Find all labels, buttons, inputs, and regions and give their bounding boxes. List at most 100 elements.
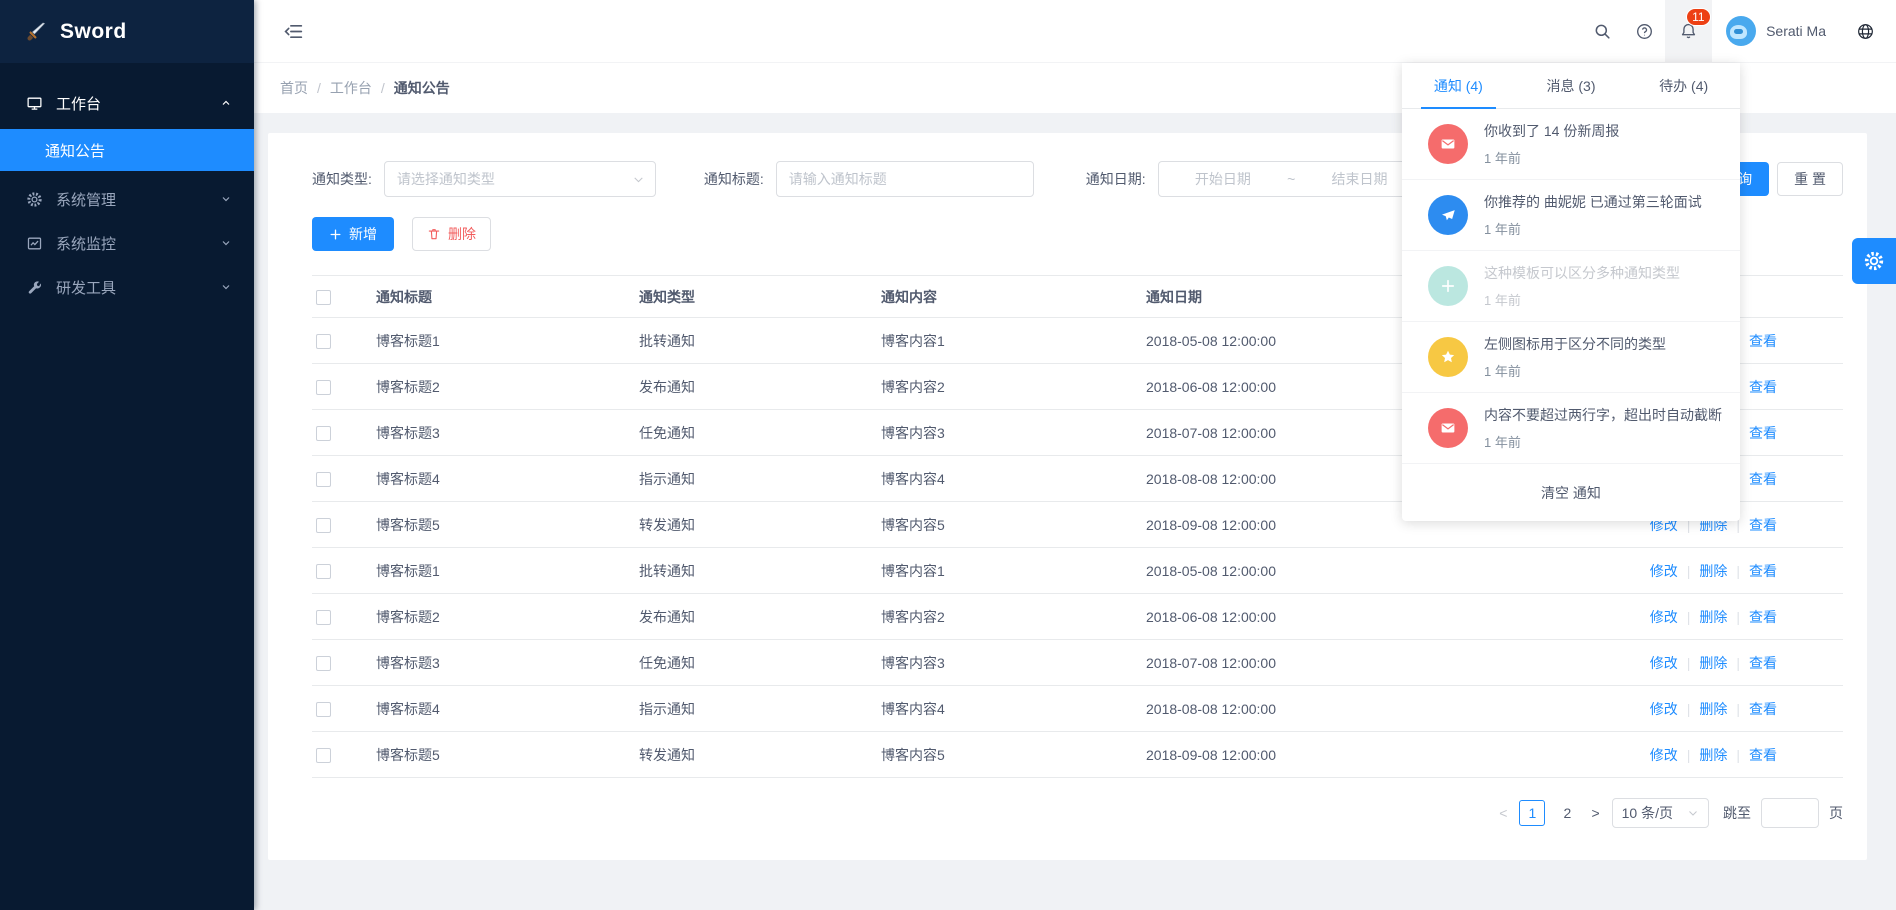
cell-date: 2018-08-08 12:00:00 bbox=[1146, 686, 1643, 732]
date-range-picker[interactable]: 开始日期 ~ 结束日期 bbox=[1158, 161, 1425, 197]
topbar: 11 Serati Ma bbox=[254, 0, 1896, 63]
user-avatar[interactable] bbox=[1726, 16, 1756, 46]
view-link[interactable]: 查看 bbox=[1749, 333, 1777, 349]
view-link[interactable]: 查看 bbox=[1749, 379, 1777, 395]
date-end-placeholder: 结束日期 bbox=[1331, 169, 1387, 189]
user-name[interactable]: Serati Ma bbox=[1766, 23, 1826, 39]
notification-item[interactable]: 内容不要超过两行字，超出时自动截断 1 年前 bbox=[1402, 393, 1740, 464]
delete-link[interactable]: 删除 bbox=[1699, 563, 1727, 579]
notification-item[interactable]: 你收到了 14 份新周报 1 年前 bbox=[1402, 109, 1740, 180]
view-link[interactable]: 查看 bbox=[1749, 747, 1777, 763]
settings-fab-button[interactable] bbox=[1852, 238, 1896, 284]
help-icon[interactable] bbox=[1623, 0, 1665, 63]
cell-type: 批转通知 bbox=[639, 318, 881, 364]
jump-suffix: 页 bbox=[1829, 803, 1843, 823]
monitor-chart-icon bbox=[26, 235, 44, 252]
row-checkbox[interactable] bbox=[316, 426, 331, 441]
menu-fold-icon bbox=[283, 21, 304, 42]
plus-icon bbox=[329, 228, 342, 241]
cell-title: 博客标题3 bbox=[376, 410, 639, 456]
notifications-bell-button[interactable]: 11 bbox=[1665, 0, 1712, 63]
row-checkbox[interactable] bbox=[316, 748, 331, 763]
chevron-up-icon bbox=[220, 97, 232, 109]
chevron-down-icon bbox=[220, 281, 232, 293]
row-checkbox[interactable] bbox=[316, 564, 331, 579]
sidebar-item-workbench[interactable]: 工作台 bbox=[0, 81, 254, 125]
jump-page-input[interactable] bbox=[1761, 798, 1819, 828]
page-number-1[interactable]: 1 bbox=[1519, 800, 1545, 826]
tab-notifications[interactable]: 通知 (4) bbox=[1402, 63, 1515, 108]
row-checkbox[interactable] bbox=[316, 610, 331, 625]
prev-page-button[interactable]: < bbox=[1497, 805, 1509, 821]
delete-link[interactable]: 删除 bbox=[1699, 655, 1727, 671]
sword-logo-icon bbox=[24, 20, 48, 44]
search-icon[interactable] bbox=[1581, 0, 1623, 63]
edit-link[interactable]: 修改 bbox=[1650, 609, 1678, 625]
row-checkbox[interactable] bbox=[316, 702, 331, 717]
sidebar-item-system-monitor[interactable]: 系统监控 bbox=[0, 221, 254, 265]
delete-link[interactable]: 删除 bbox=[1699, 701, 1727, 717]
title-filter-label: 通知标题: bbox=[704, 169, 764, 189]
view-link[interactable]: 查看 bbox=[1749, 701, 1777, 717]
page-number-2[interactable]: 2 bbox=[1555, 800, 1579, 826]
cell-type: 发布通知 bbox=[639, 594, 881, 640]
edit-link[interactable]: 修改 bbox=[1650, 701, 1678, 717]
cell-date: 2018-05-08 12:00:00 bbox=[1146, 548, 1643, 594]
mail-icon bbox=[1428, 124, 1468, 164]
view-link[interactable]: 查看 bbox=[1749, 655, 1777, 671]
row-checkbox[interactable] bbox=[316, 380, 331, 395]
sidebar-item-dev-tools[interactable]: 研发工具 bbox=[0, 265, 254, 309]
action-separator: | bbox=[1687, 655, 1691, 671]
reset-button[interactable]: 重 置 bbox=[1777, 162, 1843, 196]
row-checkbox[interactable] bbox=[316, 334, 331, 349]
delete-link[interactable]: 删除 bbox=[1699, 747, 1727, 763]
column-header-type: 通知类型 bbox=[639, 276, 881, 318]
notification-item[interactable]: 左侧图标用于区分不同的类型 1 年前 bbox=[1402, 322, 1740, 393]
delete-link[interactable]: 删除 bbox=[1699, 609, 1727, 625]
action-separator: | bbox=[1736, 609, 1740, 625]
cell-title: 博客标题1 bbox=[376, 548, 639, 594]
tab-messages[interactable]: 消息 (3) bbox=[1515, 63, 1628, 108]
edit-link[interactable]: 修改 bbox=[1650, 747, 1678, 763]
type-select[interactable]: 请选择通知类型 bbox=[384, 161, 656, 197]
sidebar-item-system-manage[interactable]: 系统管理 bbox=[0, 177, 254, 221]
sidebar-item-label: 工作台 bbox=[56, 93, 220, 114]
page-size-select[interactable]: 10 条/页 bbox=[1612, 798, 1709, 828]
sidebar-item-notice-active[interactable]: 通知公告 bbox=[0, 129, 254, 171]
sidebar-collapse-button[interactable] bbox=[278, 16, 308, 46]
cell-content: 博客内容1 bbox=[881, 318, 1146, 364]
notification-time: 1 年前 bbox=[1484, 219, 1702, 238]
view-link[interactable]: 查看 bbox=[1749, 471, 1777, 487]
notification-panel: 通知 (4) 消息 (3) 待办 (4) 你收到了 14 份新周报 1 年前 你… bbox=[1402, 63, 1740, 521]
select-all-checkbox[interactable] bbox=[316, 290, 331, 305]
table-row: 博客标题1批转通知博客内容12018-05-08 12:00:00修改|删除|查… bbox=[312, 548, 1843, 594]
app-logo[interactable]: Sword bbox=[0, 0, 254, 63]
mail-icon bbox=[1428, 408, 1468, 448]
view-link[interactable]: 查看 bbox=[1749, 609, 1777, 625]
view-link[interactable]: 查看 bbox=[1749, 425, 1777, 441]
edit-link[interactable]: 修改 bbox=[1650, 655, 1678, 671]
row-checkbox[interactable] bbox=[316, 656, 331, 671]
column-header-content: 通知内容 bbox=[881, 276, 1146, 318]
next-page-button[interactable]: > bbox=[1589, 805, 1601, 821]
row-checkbox[interactable] bbox=[316, 472, 331, 487]
breadcrumb-workbench[interactable]: 工作台 bbox=[330, 78, 372, 98]
notification-item[interactable]: 你推荐的 曲妮妮 已通过第三轮面试 1 年前 bbox=[1402, 180, 1740, 251]
delete-button[interactable]: 删除 bbox=[412, 217, 491, 251]
notification-item-read[interactable]: 这种模板可以区分多种通知类型 1 年前 bbox=[1402, 251, 1740, 322]
add-button[interactable]: 新增 bbox=[312, 217, 394, 251]
trash-icon bbox=[427, 227, 441, 241]
tab-todos[interactable]: 待办 (4) bbox=[1627, 63, 1740, 108]
sidebar-item-label: 系统管理 bbox=[56, 189, 220, 210]
view-link[interactable]: 查看 bbox=[1749, 563, 1777, 579]
clear-notifications-button[interactable]: 清空 通知 bbox=[1402, 464, 1740, 521]
edit-link[interactable]: 修改 bbox=[1650, 563, 1678, 579]
row-checkbox[interactable] bbox=[316, 518, 331, 533]
table-row: 博客标题4指示通知博客内容42018-08-08 12:00:00修改|删除|查… bbox=[312, 686, 1843, 732]
language-globe-icon[interactable] bbox=[1848, 0, 1882, 63]
view-link[interactable]: 查看 bbox=[1749, 517, 1777, 533]
title-input[interactable] bbox=[777, 171, 1033, 187]
chevron-down-icon bbox=[220, 237, 232, 249]
cell-title: 博客标题2 bbox=[376, 594, 639, 640]
breadcrumb-home[interactable]: 首页 bbox=[280, 78, 308, 98]
